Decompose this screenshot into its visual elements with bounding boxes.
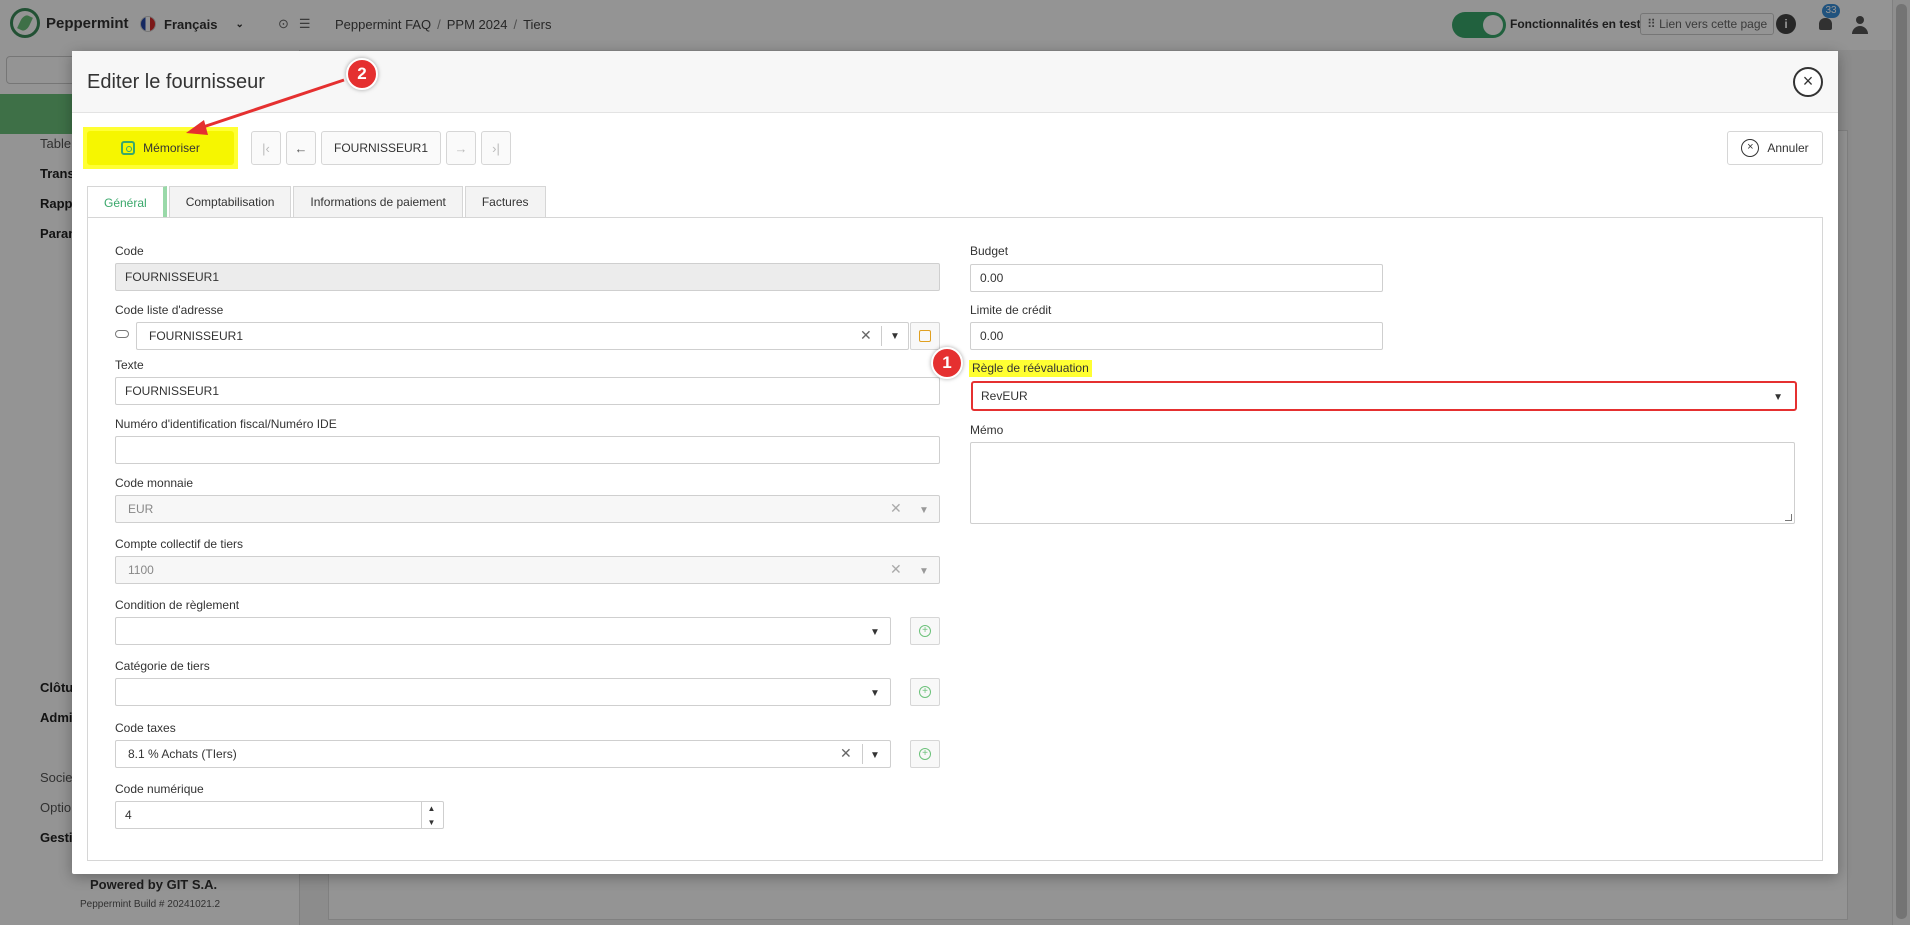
add-payment-condition-button[interactable]: +	[910, 617, 940, 645]
revaluation-rule-select[interactable]: RevEUR ▼	[971, 381, 1797, 411]
caret-down-icon[interactable]: ▼	[870, 688, 880, 699]
clear-icon[interactable]: ✕	[840, 745, 852, 762]
numeric-code-input[interactable]: 4	[115, 801, 444, 829]
text-input[interactable]: FOURNISSEUR1	[115, 377, 940, 405]
credit-limit-label: Limite de crédit	[970, 303, 1052, 317]
address-list-label: Code liste d'adresse	[115, 303, 224, 317]
add-circle-icon: +	[919, 625, 931, 637]
caret-down-icon[interactable]: ▼	[890, 331, 900, 342]
address-list-select[interactable]: FOURNISSEUR1	[136, 322, 909, 350]
add-tax-code-button[interactable]: +	[910, 740, 940, 768]
skip-first-icon: |‹	[262, 140, 270, 156]
close-dialog-button[interactable]: ×	[1793, 67, 1823, 97]
skip-last-icon: ›|	[492, 140, 500, 156]
budget-input[interactable]: 0.00	[970, 264, 1383, 292]
resize-grip-icon[interactable]	[1785, 514, 1792, 521]
memo-label: Mémo	[970, 423, 1004, 437]
payment-condition-label: Condition de règlement	[115, 598, 240, 612]
annotation-marker-2: 2	[346, 58, 378, 90]
close-circle-icon: ×	[1741, 139, 1760, 157]
revaluation-rule-value: RevEUR	[981, 389, 1028, 403]
cancel-button[interactable]: × Annuler	[1727, 131, 1823, 165]
caret-down-icon[interactable]: ▼	[919, 566, 929, 577]
code-field: FOURNISSEUR1	[115, 263, 940, 291]
caret-down-icon[interactable]: ▼	[870, 750, 880, 761]
first-record-button[interactable]: |‹	[251, 131, 281, 165]
numeric-stepper[interactable]: ▲ ▼	[421, 801, 441, 829]
tax-code-label: Code taxes	[115, 721, 176, 735]
tax-code-select[interactable]: 8.1 % Achats (TIers)	[115, 740, 891, 768]
edit-icon	[919, 330, 931, 342]
divider	[862, 744, 863, 764]
add-circle-icon: +	[919, 686, 931, 698]
revaluation-rule-label: Règle de réévaluation	[969, 360, 1092, 377]
clear-icon[interactable]: ✕	[890, 500, 902, 517]
tab-general[interactable]: Général	[87, 186, 167, 218]
arrow-right-icon: →	[454, 140, 468, 156]
tab-invoices[interactable]: Factures	[464, 186, 546, 217]
close-icon: ×	[1802, 71, 1814, 91]
memo-textarea[interactable]	[970, 442, 1795, 524]
stepper-up-icon[interactable]: ▲	[428, 804, 436, 813]
text-label: Texte	[115, 358, 144, 372]
caret-down-icon[interactable]: ▼	[870, 627, 880, 638]
save-button[interactable]: Mémoriser	[87, 131, 234, 165]
code-label: Code	[115, 244, 144, 258]
add-circle-icon: +	[919, 748, 931, 760]
arrow-left-icon: ←	[294, 140, 308, 156]
budget-label: Budget	[970, 244, 1009, 258]
collective-account-select[interactable]: 1100	[115, 556, 940, 584]
next-record-button[interactable]: →	[446, 131, 476, 165]
credit-limit-input[interactable]: 0.00	[970, 322, 1383, 350]
save-icon	[121, 141, 136, 155]
caret-down-icon: ▼	[1773, 392, 1783, 403]
tax-id-input[interactable]	[115, 436, 940, 464]
dialog-title: Editer le fournisseur	[87, 71, 265, 93]
tab-accounting[interactable]: Comptabilisation	[168, 186, 292, 217]
caret-down-icon[interactable]: ▼	[919, 505, 929, 516]
tab-bar: Général Comptabilisation Informations de…	[87, 186, 548, 218]
clear-icon[interactable]: ✕	[860, 327, 872, 344]
previous-record-button[interactable]: ←	[286, 131, 316, 165]
tax-id-label: Numéro d'identification fiscal/Numéro ID…	[115, 417, 337, 431]
cancel-label: Annuler	[1767, 141, 1809, 155]
link-icon	[115, 330, 129, 338]
tab-payment-info[interactable]: Informations de paiement	[293, 186, 463, 217]
category-label: Catégorie de tiers	[115, 659, 210, 673]
dialog-header: Editer le fournisseur ×	[72, 51, 1838, 113]
last-record-button[interactable]: ›|	[481, 131, 511, 165]
stepper-down-icon[interactable]: ▼	[428, 818, 436, 827]
currency-label: Code monnaie	[115, 476, 194, 490]
save-label: Mémoriser	[143, 141, 200, 155]
clear-icon[interactable]: ✕	[890, 561, 902, 578]
annotation-marker-1: 1	[931, 347, 963, 379]
collective-account-label: Compte collectif de tiers	[115, 537, 244, 551]
current-record: FOURNISSEUR1	[321, 131, 441, 165]
payment-condition-select[interactable]	[115, 617, 891, 645]
numeric-code-label: Code numérique	[115, 782, 204, 796]
divider	[881, 326, 882, 346]
category-select[interactable]	[115, 678, 891, 706]
add-category-button[interactable]: +	[910, 678, 940, 706]
edit-address-button[interactable]	[910, 322, 940, 350]
currency-select[interactable]: EUR	[115, 495, 940, 523]
